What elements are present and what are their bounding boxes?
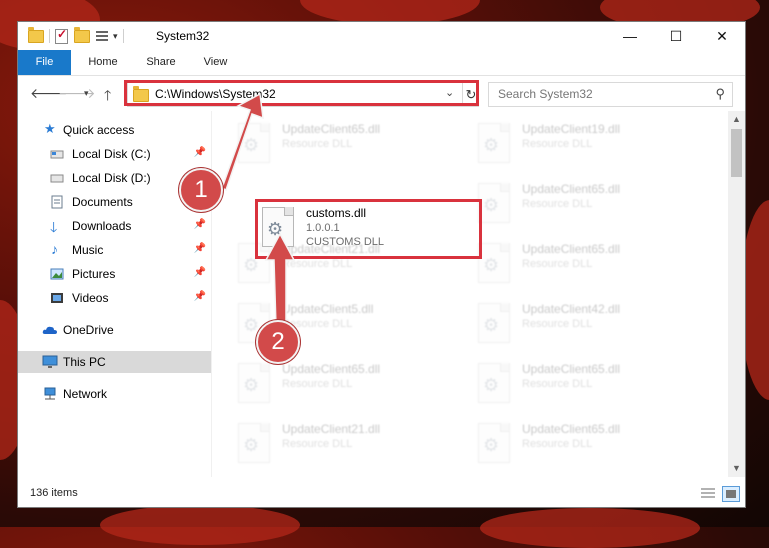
properties-check-icon[interactable] (55, 27, 68, 44)
minimize-button[interactable]: — (607, 22, 653, 50)
dll-file-icon: ⚙ (238, 423, 272, 463)
new-folder-icon[interactable] (74, 26, 90, 43)
nav-videos[interactable]: Videos 📌 (18, 287, 211, 309)
file-tile[interactable]: ⚙ UpdateClient42.dll Resource DLL (474, 297, 694, 353)
dll-file-icon: ⚙ (478, 243, 512, 283)
callout-badge-2: 2 (256, 320, 300, 364)
scrollbar-thumb[interactable] (731, 129, 742, 177)
nav-local-disk-c[interactable]: Local Disk (C:) 📌 (18, 143, 211, 165)
file-tile[interactable]: ⚙ UpdateClient65.dll Resource DLL (234, 357, 454, 413)
nav-this-pc[interactable]: This PC (18, 351, 211, 373)
nav-label: Documents (72, 195, 133, 209)
search-box[interactable]: Search System32 ⚲ (488, 82, 733, 107)
nav-label: Network (63, 387, 108, 401)
nav-label: Local Disk (D:) (72, 171, 151, 185)
nav-onedrive[interactable]: OneDrive (18, 319, 211, 341)
toolbar-separator (49, 29, 50, 43)
drive-icon (50, 147, 64, 161)
file-tile[interactable]: ⚙ UpdateClient65.dll Resource DLL (474, 357, 694, 413)
large-icons-view-icon[interactable] (722, 486, 740, 502)
quick-access-toolbar: ▾ (28, 26, 129, 44)
dll-file-icon: ⚙ (478, 183, 512, 223)
nav-label: Quick access (63, 123, 135, 137)
up-arrow-icon[interactable]: 🡑 (104, 85, 111, 109)
details-view-icon[interactable] (700, 486, 716, 500)
documents-icon (50, 195, 64, 209)
drive-icon (50, 171, 64, 185)
tab-view[interactable]: View (193, 50, 238, 75)
videos-icon (50, 291, 64, 305)
computer-icon (42, 355, 58, 369)
item-count: 136 items (30, 487, 78, 499)
nav-downloads[interactable]: 🡓 Downloads 📌 (18, 215, 211, 237)
callout-badge-1: 1 (179, 168, 223, 212)
tab-share[interactable]: Share (136, 50, 186, 75)
nav-quick-access[interactable]: ★ Quick access (18, 119, 211, 141)
file-tile[interactable]: ⚙ UpdateClient21.dll Resource DLL (234, 417, 454, 473)
nav-label: Downloads (72, 219, 132, 233)
music-note-icon: ♪ (51, 241, 58, 257)
scroll-up-arrow-icon[interactable]: ▲ (728, 111, 745, 128)
file-tile[interactable]: ⚙ UpdateClient19.dll Resource DLL (474, 117, 694, 173)
pictures-icon (50, 267, 64, 281)
file-tile[interactable]: ⚙ UpdateClient65.dll Resource DLL (474, 177, 694, 233)
cloud-icon (42, 323, 57, 337)
callout-arrow-2 (264, 232, 296, 327)
dll-file-icon: ⚙ (478, 363, 512, 403)
pin-icon[interactable]: 📌 (194, 291, 206, 302)
pin-icon[interactable]: 📌 (194, 219, 206, 230)
tab-home[interactable]: Home (78, 50, 128, 75)
nav-label: Local Disk (C:) (72, 147, 151, 161)
address-row: 🡐 🡒 ▾ 🡑 C:\Windows\System32 ⌄ ↻ Search S… (18, 75, 745, 111)
nav-network[interactable]: Network (18, 383, 211, 405)
nav-pictures[interactable]: Pictures 📌 (18, 263, 211, 285)
file-explorer-window: ▾ System32 — ☐ ✕ File Home Share View 🡐 … (18, 22, 745, 507)
scroll-down-arrow-icon[interactable]: ▼ (728, 460, 745, 477)
ribbon: File Home Share View (18, 50, 745, 76)
navigation-pane: ★ Quick access Local Disk (C:) 📌 Local D… (18, 111, 212, 477)
nav-music[interactable]: ♪ Music 📌 (18, 239, 211, 261)
dll-file-icon: ⚙ (478, 423, 512, 463)
download-arrow-icon: 🡓 (50, 219, 58, 235)
vertical-scrollbar[interactable]: ▲ ▼ (728, 111, 745, 477)
close-button[interactable]: ✕ (699, 22, 745, 50)
search-icon[interactable]: ⚲ (715, 86, 725, 102)
search-input[interactable]: Search System32 (498, 87, 593, 101)
file-tile[interactable]: ⚙ UpdateClient65.dll Resource DLL (474, 237, 694, 293)
maximize-button[interactable]: ☐ (653, 22, 699, 50)
dll-file-icon: ⚙ (478, 303, 512, 343)
tab-file[interactable]: File (18, 50, 71, 75)
title-bar: ▾ System32 — ☐ ✕ (18, 22, 745, 50)
chevron-down-icon[interactable]: ▾ (113, 31, 118, 42)
dll-file-icon: ⚙ (478, 123, 512, 163)
window-title: System32 (156, 29, 210, 43)
file-tile[interactable]: ⚙ UpdateClient65.dll Resource DLL (474, 417, 694, 473)
status-bar: 136 items (18, 481, 745, 507)
nav-label: OneDrive (63, 323, 114, 337)
nav-label: Music (72, 243, 104, 257)
customize-icon[interactable] (96, 30, 110, 42)
dll-file-icon: ⚙ (238, 363, 272, 403)
nav-label: This PC (63, 355, 106, 369)
address-highlight-box (124, 80, 479, 106)
pin-icon[interactable]: 📌 (194, 243, 206, 254)
recent-locations-chevron-icon[interactable]: ▾ (84, 88, 89, 99)
pin-icon[interactable]: 📌 (194, 267, 206, 278)
toolbar-separator (122, 29, 124, 43)
star-icon: ★ (44, 121, 56, 136)
forward-arrow-icon[interactable]: 🡒 (58, 85, 96, 102)
nav-label: Pictures (72, 267, 116, 281)
network-icon (42, 387, 56, 401)
nav-label: Videos (72, 291, 109, 305)
folder-icon[interactable] (28, 26, 44, 43)
